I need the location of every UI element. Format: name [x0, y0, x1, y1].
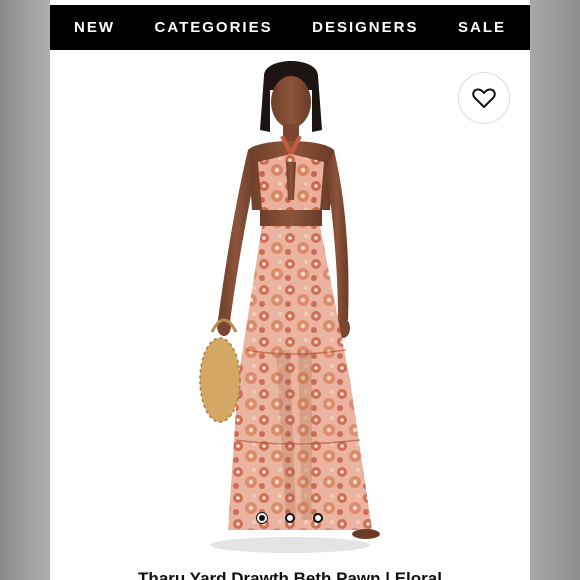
app-screen: NEW CATEGORIES DESIGNERS SALE Tharu Yard…: [50, 0, 530, 580]
product-image-carousel[interactable]: [50, 50, 530, 570]
carousel-dot-1[interactable]: [257, 513, 267, 523]
product-image: [199, 61, 380, 553]
heart-outline-icon: [472, 88, 496, 108]
carousel-dot-2[interactable]: [285, 513, 295, 523]
nav-item-categories[interactable]: CATEGORIES: [155, 19, 273, 36]
product-title[interactable]: Tharu Yard Drawth Beth Pawn | Eloral: [50, 569, 530, 580]
favorite-button[interactable]: [458, 72, 510, 124]
right-bezel: [530, 0, 580, 580]
top-navigation: NEW CATEGORIES DESIGNERS SALE: [50, 5, 530, 50]
nav-item-new[interactable]: NEW: [74, 19, 115, 36]
nav-item-designers[interactable]: DESIGNERS: [312, 19, 418, 36]
nav-item-sale[interactable]: SALE: [458, 19, 506, 36]
left-bezel: [0, 0, 50, 580]
carousel-indicators: [50, 513, 530, 523]
carousel-dot-3[interactable]: [313, 513, 323, 523]
